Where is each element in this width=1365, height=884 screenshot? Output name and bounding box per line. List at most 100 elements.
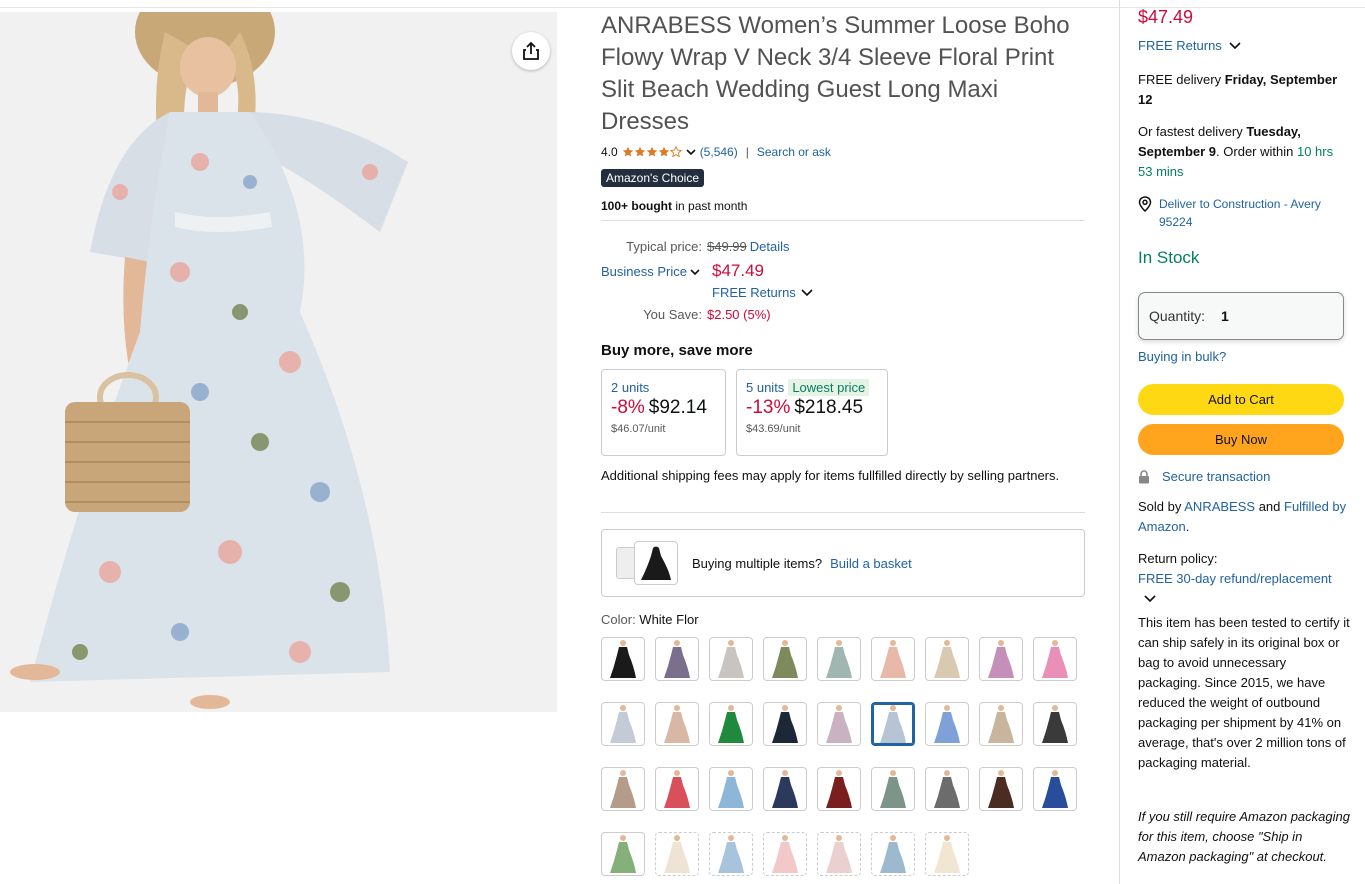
sold-by-prefix: Sold by <box>1138 499 1185 514</box>
dress-thumbnail <box>988 770 1014 808</box>
deliver-to-link[interactable]: Deliver to Construction - Avery 95224 <box>1159 195 1338 231</box>
color-swatch[interactable] <box>817 637 861 681</box>
color-swatch[interactable] <box>601 832 645 876</box>
chevron-down-icon[interactable] <box>1144 593 1156 603</box>
return-policy-link[interactable]: FREE 30-day refund/replacement <box>1138 571 1332 586</box>
color-swatch[interactable] <box>655 767 699 811</box>
color-swatch[interactable] <box>871 767 915 811</box>
buy-now-button[interactable]: Buy Now <box>1138 424 1344 455</box>
color-swatch[interactable] <box>709 832 753 876</box>
color-swatch[interactable] <box>709 702 753 746</box>
color-swatch[interactable] <box>655 637 699 681</box>
color-swatch[interactable] <box>871 832 915 876</box>
color-swatch[interactable] <box>1033 702 1077 746</box>
color-swatch[interactable] <box>979 702 1023 746</box>
add-to-cart-button[interactable]: Add to Cart <box>1138 384 1344 415</box>
star-rating[interactable] <box>622 146 682 158</box>
dress-thumbnail <box>610 770 636 808</box>
product-main-image[interactable] <box>0 12 557 712</box>
tier-per-unit: $43.69/unit <box>746 423 801 435</box>
build-basket-link[interactable]: Build a basket <box>830 556 912 571</box>
tier-per-unit: $46.07/unit <box>611 423 666 435</box>
dress-thumbnail <box>826 640 852 678</box>
rating-number: 4.0 <box>601 145 618 159</box>
deliver-to-location[interactable]: Deliver to Construction - Avery 95224 <box>1138 195 1338 231</box>
lock-icon <box>1139 469 1149 483</box>
tier-amount: $92.14 <box>648 397 707 418</box>
secure-transaction-link[interactable]: Secure transaction <box>1162 469 1270 484</box>
dress-thumbnail <box>610 835 636 873</box>
color-swatch[interactable] <box>925 637 969 681</box>
dress-thumbnail <box>664 770 690 808</box>
color-swatch[interactable] <box>763 767 807 811</box>
quantity-discount-tiers: 2 units -8% $92.14 $46.07/unit 5 units Low… <box>601 369 1085 456</box>
star-icon <box>658 146 669 157</box>
color-label: Color: White Flor <box>601 612 1085 627</box>
lowest-price-badge: Lowest price <box>788 379 870 396</box>
basket-thumbnails <box>614 541 682 585</box>
color-swatch[interactable] <box>763 637 807 681</box>
divider <box>601 220 1085 221</box>
tier-2-units[interactable]: 2 units -8% $92.14 $46.07/unit <box>601 369 726 456</box>
share-button[interactable] <box>512 32 550 70</box>
color-swatches <box>601 637 1085 876</box>
color-swatch[interactable] <box>655 702 699 746</box>
seller-link[interactable]: ANRABESS <box>1184 499 1255 514</box>
quantity-select[interactable]: Quantity: 1 <box>1138 292 1344 340</box>
color-swatch[interactable] <box>817 767 861 811</box>
color-swatch[interactable] <box>601 702 645 746</box>
buying-in-bulk-link[interactable]: Buying in bulk? <box>1138 349 1226 364</box>
divider <box>601 512 1085 513</box>
dress-thumbnail <box>772 705 798 743</box>
color-swatch[interactable] <box>1033 767 1077 811</box>
color-swatch[interactable] <box>817 702 861 746</box>
chevron-down-icon[interactable] <box>801 287 813 297</box>
dress-thumbnail <box>826 770 852 808</box>
color-swatch[interactable] <box>979 637 1023 681</box>
fastest-prefix: Or fastest delivery <box>1138 124 1247 139</box>
color-swatch[interactable] <box>763 702 807 746</box>
color-swatch[interactable] <box>871 702 915 746</box>
return-policy-label: Return policy: <box>1138 551 1218 566</box>
color-label-prefix: Color: <box>601 612 640 627</box>
details-link[interactable]: Details <box>750 239 790 254</box>
free-returns-link[interactable]: FREE Returns <box>1138 38 1222 53</box>
buybox-free-returns[interactable]: FREE Returns <box>1138 38 1242 53</box>
dress-thumbnail <box>934 640 960 678</box>
selected-color: White Flor <box>639 612 699 627</box>
color-swatch[interactable] <box>817 832 861 876</box>
color-swatch[interactable] <box>655 832 699 876</box>
you-save-value: $2.50 (5%) <box>707 307 771 322</box>
chevron-down-icon[interactable] <box>1229 40 1242 50</box>
dress-thumbnail <box>610 705 636 743</box>
color-swatch[interactable] <box>601 767 645 811</box>
color-swatch[interactable] <box>871 637 915 681</box>
sold-by-and: and <box>1255 499 1284 514</box>
color-swatch[interactable] <box>709 767 753 811</box>
color-swatch[interactable] <box>979 767 1023 811</box>
color-swatch[interactable] <box>709 637 753 681</box>
color-swatch[interactable] <box>763 832 807 876</box>
tier-5-units[interactable]: 5 units Lowest price -13% $218.45 $43.69/u… <box>736 369 888 456</box>
color-swatch[interactable] <box>925 702 969 746</box>
dress-thumbnail <box>664 640 690 678</box>
tier-units: 2 units <box>611 380 650 395</box>
chevron-down-icon[interactable] <box>690 267 700 277</box>
free-returns-link[interactable]: FREE Returns <box>712 285 796 300</box>
business-price-label[interactable]: Business Price <box>601 264 687 279</box>
secure-transaction[interactable]: Secure transaction <box>1138 469 1270 484</box>
you-save-row: You Save: $2.50 (5%) <box>601 307 1085 329</box>
bought-count: 100+ bought <box>601 199 673 213</box>
color-swatch[interactable] <box>925 832 969 876</box>
review-count-link[interactable]: (5,546) <box>700 145 738 159</box>
chevron-down-icon[interactable] <box>686 147 696 157</box>
business-price-toggle[interactable]: Business Price <box>601 264 712 279</box>
dress-thumbnail <box>772 835 798 873</box>
color-swatch[interactable] <box>1033 637 1077 681</box>
color-swatch[interactable] <box>601 637 645 681</box>
color-swatch[interactable] <box>925 767 969 811</box>
thumbnail-image <box>634 541 678 585</box>
dress-thumbnail <box>718 705 744 743</box>
dress-thumbnail <box>1042 705 1068 743</box>
search-or-ask-link[interactable]: Search or ask <box>757 145 831 159</box>
